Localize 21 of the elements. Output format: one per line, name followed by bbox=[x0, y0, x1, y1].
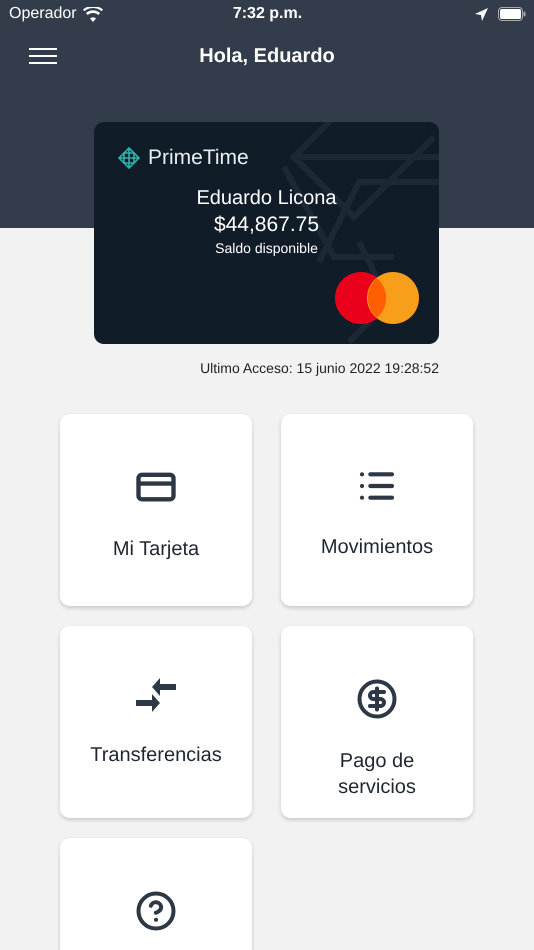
menu-button[interactable] bbox=[28, 46, 58, 66]
header-title: Hola, Eduardo bbox=[199, 44, 335, 68]
balance-amount: $44,867.75 bbox=[214, 212, 320, 238]
dollar-circle-icon bbox=[356, 678, 398, 720]
wifi-icon bbox=[82, 6, 103, 22]
battery-icon bbox=[498, 7, 526, 21]
location-icon bbox=[474, 8, 488, 20]
carrier-name: Operador bbox=[9, 5, 77, 23]
arrows-icon bbox=[134, 678, 178, 714]
last-access-text: Ultimo Acceso: 15 junio 2022 19:28:52 bbox=[200, 360, 439, 376]
brand-name: PrimeTime bbox=[148, 146, 249, 170]
status-time: 7:32 p.m. bbox=[232, 5, 302, 23]
help-icon bbox=[135, 890, 177, 932]
card-holder: Eduardo Licona bbox=[196, 186, 337, 211]
balance-label: Saldo disponible bbox=[215, 239, 318, 258]
menu-tile[interactable]: Mi Tarjeta bbox=[60, 414, 252, 606]
menu-tile[interactable]: Transferencias bbox=[60, 626, 252, 818]
bank-card[interactable]: PrimeTime Eduardo Licona $44,867.75 Saldo disponible bbox=[94, 122, 439, 344]
logo-icon bbox=[118, 147, 140, 169]
menu-tile[interactable]: Movimientos bbox=[281, 414, 473, 606]
menu-tile[interactable]: Pago de servicios bbox=[281, 626, 473, 818]
